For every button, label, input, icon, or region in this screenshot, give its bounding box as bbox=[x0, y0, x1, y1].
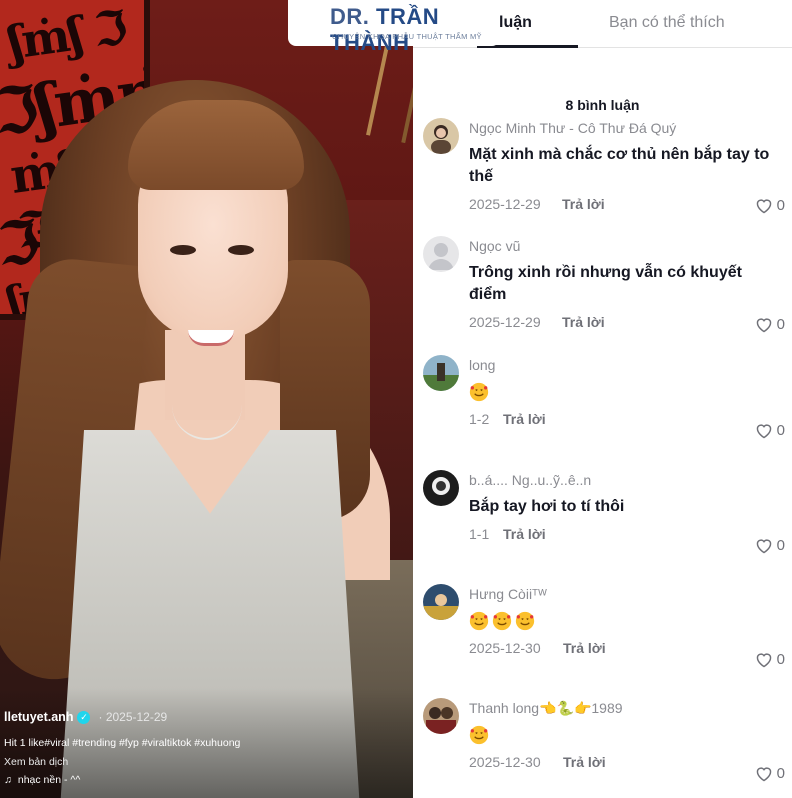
like-count: 0 bbox=[776, 422, 785, 439]
comment-text: Trông xinh rồi nhưng vẫn có khuyết điểm bbox=[469, 264, 742, 303]
comment-date: 2025-12-29 bbox=[469, 196, 541, 212]
comments-panel: luận Bạn có thể thích 8 bình luận Ngọc M… bbox=[413, 0, 792, 798]
avatar[interactable] bbox=[423, 355, 459, 391]
comment-author[interactable]: b..á.... Ng..u..ỹ..ê..n bbox=[469, 470, 783, 490]
comment-author[interactable]: long bbox=[469, 355, 783, 375]
emoji-decoration: 👉 bbox=[573, 700, 592, 716]
heart-icon bbox=[756, 766, 771, 781]
translate-link[interactable]: Xem bản dịch bbox=[4, 756, 409, 768]
comment-author[interactable]: Hưng Còiiᵀᵂ bbox=[469, 584, 783, 604]
emoji-decoration: 👈 bbox=[539, 700, 557, 716]
reply-button[interactable]: Trả lời bbox=[562, 314, 605, 330]
emoji-decoration: 🐍 bbox=[556, 700, 574, 716]
like-button[interactable]: 0 bbox=[755, 197, 785, 214]
comment-author-name: Thanh long bbox=[469, 700, 540, 716]
heart-icon bbox=[756, 423, 771, 438]
tab-comments[interactable]: luận bbox=[499, 14, 532, 32]
video-player[interactable]: ʃṁʃ ℑ ℑʃṁṁ ṁʃṁ ℑ ℑṁʃṁ ʃṁ ℑṁ lletuyet.anh… bbox=[0, 0, 413, 798]
avatar[interactable] bbox=[423, 470, 459, 506]
video-description: Hit 1 like#viral #trending #fyp #viralti… bbox=[4, 737, 241, 749]
video-author[interactable]: lletuyet.anh bbox=[4, 710, 73, 724]
video-date: 2025-12-29 bbox=[105, 710, 168, 724]
smiling-face-with-hearts-icon bbox=[515, 611, 535, 630]
heart-icon bbox=[756, 652, 771, 667]
avatar[interactable] bbox=[423, 584, 459, 620]
comment-text: Mặt xinh mà chắc cơ thủ nên bắp tay to t… bbox=[469, 146, 770, 185]
avatar[interactable] bbox=[423, 118, 459, 154]
reply-button[interactable]: Trả lời bbox=[562, 196, 605, 212]
smiling-face-with-hearts-icon bbox=[469, 725, 489, 744]
comment-text: Bắp tay hơi to tí thôi bbox=[469, 498, 625, 515]
music-row[interactable]: ♫ nhạc nền - ^^ bbox=[4, 774, 409, 786]
music-label: nhạc nền - ^^ bbox=[17, 774, 81, 786]
tab-you-may-like[interactable]: Bạn có thể thích bbox=[609, 14, 725, 32]
like-count: 0 bbox=[776, 316, 785, 333]
video-caption: lletuyet.anh ✓ · 2025-12-29 Hit 1 like#v… bbox=[4, 709, 409, 786]
like-button[interactable]: 0 bbox=[755, 422, 785, 439]
comments-count: 8 bình luận bbox=[565, 97, 640, 113]
comment-author[interactable]: Ngọc vũ bbox=[469, 236, 783, 256]
comment-date: 2025-12-30 bbox=[469, 754, 541, 770]
reply-button[interactable]: Trả lời bbox=[563, 640, 606, 656]
watermark-logo: DR. TRẦN THÀNH CHUYÊN KHOA PHẪU THUẬT TH… bbox=[288, 0, 500, 55]
like-count: 0 bbox=[776, 651, 785, 668]
like-count: 0 bbox=[776, 197, 785, 214]
reply-button[interactable]: Trả lời bbox=[563, 754, 606, 770]
watermark-subtitle: CHUYÊN KHOA PHẪU THUẬT THẨM MỸ bbox=[332, 32, 482, 41]
smiling-face-with-hearts-icon bbox=[492, 611, 512, 630]
like-button[interactable]: 0 bbox=[755, 765, 785, 782]
heart-icon bbox=[756, 538, 771, 553]
like-count: 0 bbox=[776, 765, 785, 782]
avatar[interactable] bbox=[423, 236, 459, 272]
like-button[interactable]: 0 bbox=[755, 651, 785, 668]
comment-emoji-row bbox=[469, 724, 783, 746]
comment-author-suffix: 1989 bbox=[591, 700, 623, 716]
smiling-face-with-hearts-icon bbox=[469, 611, 489, 630]
like-count: 0 bbox=[776, 537, 785, 554]
like-button[interactable]: 0 bbox=[755, 537, 785, 554]
comment-date: 2025-12-29 bbox=[469, 314, 541, 330]
reply-button[interactable]: Trả lời bbox=[503, 411, 546, 427]
comment-author[interactable]: Thanh long👈🐍👉1989 bbox=[469, 698, 783, 718]
comment-emoji-row bbox=[469, 381, 783, 403]
comment-date: 1-2 bbox=[469, 411, 490, 427]
avatar[interactable] bbox=[423, 698, 459, 734]
like-button[interactable]: 0 bbox=[755, 316, 785, 333]
comment-date: 1-1 bbox=[469, 526, 490, 542]
comment-date: 2025-12-30 bbox=[469, 640, 541, 656]
smiling-face-with-hearts-icon bbox=[469, 382, 489, 401]
watermark-prefix: DR. bbox=[330, 4, 376, 29]
music-note-icon: ♫ bbox=[4, 774, 12, 786]
comment-emoji-row bbox=[469, 610, 783, 632]
reply-button[interactable]: Trả lời bbox=[503, 526, 546, 542]
heart-icon bbox=[756, 198, 771, 213]
verified-badge-icon: ✓ bbox=[77, 710, 91, 724]
comment-author[interactable]: Ngọc Minh Thư - Cô Thư Đá Quý bbox=[469, 118, 783, 138]
heart-icon bbox=[756, 317, 771, 332]
